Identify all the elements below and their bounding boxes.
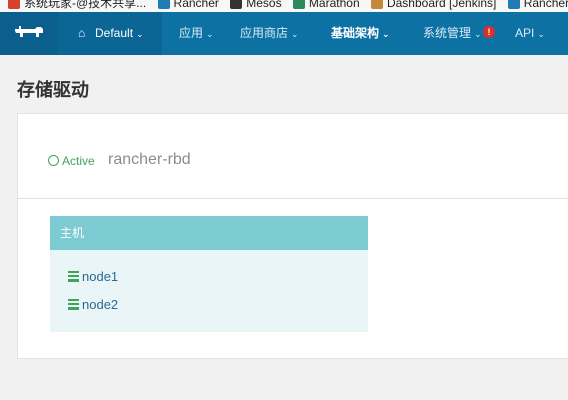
nav-api[interactable]: API ⌄ <box>515 12 545 55</box>
top-nav: ⌂ Default ⌄ 应用 ⌄ 应用商店 ⌄ 基础架构 ⌄ 系统管理 ⌄ ! API ⌄ <box>0 12 568 55</box>
mesos-icon <box>230 0 243 9</box>
host-item[interactable]: node1 <box>68 269 118 284</box>
page-title: 存储驱动 <box>17 80 89 100</box>
environment-label: Default ⌄ <box>95 26 144 40</box>
driver-name: rancher-rbd <box>108 151 191 168</box>
divider <box>18 198 568 199</box>
rancher-logo-icon <box>15 26 43 37</box>
server-icon <box>68 271 79 282</box>
nav-infrastructure[interactable]: 基础架构 ⌄ <box>331 12 390 55</box>
bookmark-weibo[interactable]: 系统玩家-@技术共享... <box>8 0 146 12</box>
bookmark-rancher-2[interactable]: Rancher <box>507 0 568 12</box>
chevron-down-icon: ⌄ <box>291 29 299 39</box>
nav-admin[interactable]: 系统管理 ⌄ <box>423 12 482 55</box>
storage-driver-card: Active rancher-rbd 主机 node1 node2 <box>17 113 568 359</box>
marathon-icon <box>292 0 305 9</box>
hosts-panel: 主机 node1 node2 <box>50 216 368 332</box>
weibo-icon <box>8 0 20 9</box>
home-icon: ⌂ <box>78 26 86 40</box>
bookmark-jenkins[interactable]: Dashboard [Jenkins] <box>370 0 496 12</box>
hosts-header: 主机 <box>50 216 368 250</box>
chevron-down-icon: ⌄ <box>136 29 144 39</box>
rancher-icon <box>507 0 520 9</box>
chevron-down-icon: ⌄ <box>474 29 482 39</box>
rancher-logo[interactable] <box>0 12 58 55</box>
chevron-down-icon: ⌄ <box>382 29 390 39</box>
nav-apps[interactable]: 应用 ⌄ <box>179 12 214 55</box>
bookmark-mesos[interactable]: Mesos <box>230 0 282 12</box>
bookmark-marathon[interactable]: Marathon <box>292 0 360 12</box>
status-badge: Active <box>48 154 95 168</box>
environment-switcher[interactable]: ⌂ Default ⌄ <box>58 12 162 55</box>
rancher-icon <box>157 0 170 9</box>
nav-catalog[interactable]: 应用商店 ⌄ <box>240 12 299 55</box>
circle-icon <box>48 155 59 166</box>
host-item[interactable]: node2 <box>68 297 118 312</box>
jenkins-icon <box>370 0 383 9</box>
server-icon <box>68 299 79 310</box>
chevron-down-icon: ⌄ <box>537 29 545 39</box>
chevron-down-icon: ⌄ <box>206 29 214 39</box>
bookmark-rancher[interactable]: Rancher <box>157 0 219 12</box>
alert-icon[interactable]: ! <box>483 26 495 38</box>
